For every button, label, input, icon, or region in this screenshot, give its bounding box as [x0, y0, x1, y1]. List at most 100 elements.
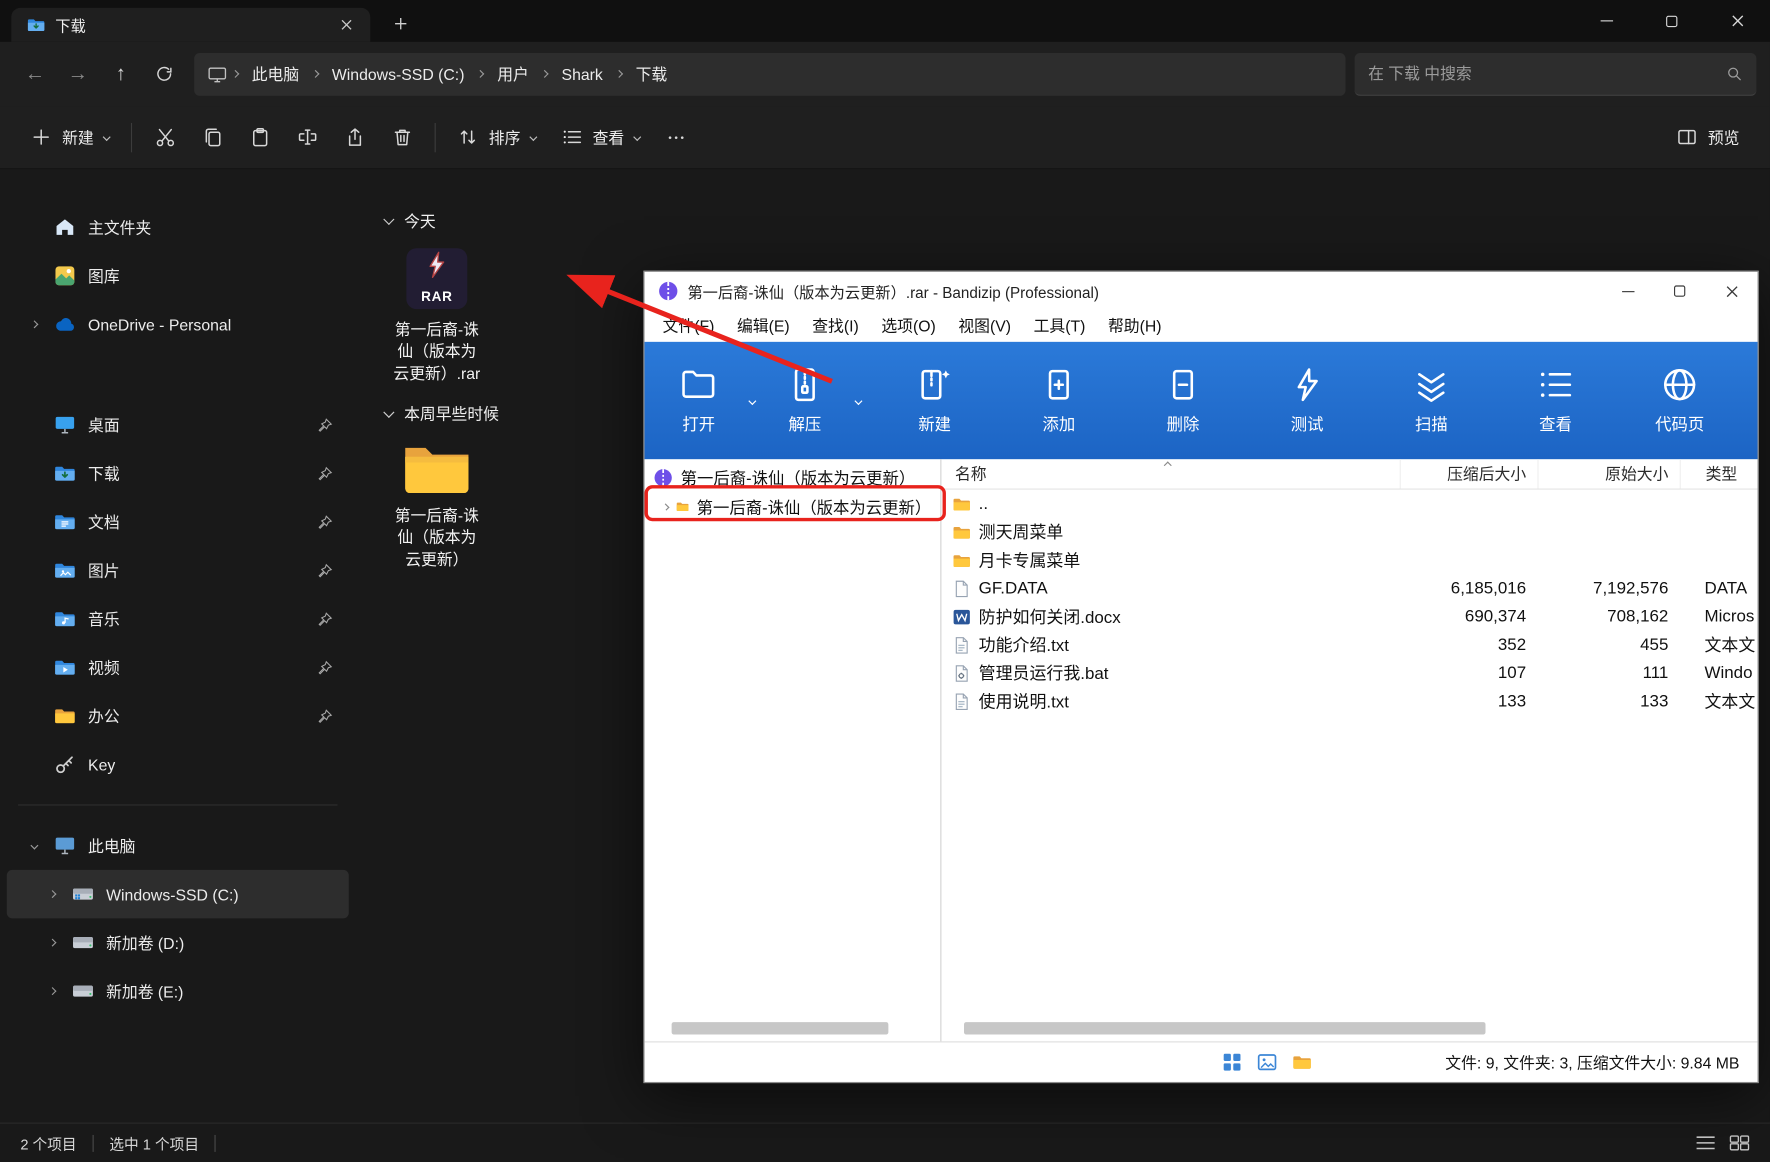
archive-row-file[interactable]: 使用说明.txt 133 133 文本文 — [941, 687, 1757, 715]
menu-options[interactable]: 选项(O) — [870, 311, 947, 340]
delete-button[interactable] — [378, 116, 425, 159]
codepage-button[interactable]: 代码页 — [1618, 366, 1742, 436]
bandizip-archive-icon — [654, 468, 672, 486]
bandizip-title-bar[interactable]: 第一后裔-诛仙（版本为云更新）.rar - Bandizip (Professi… — [645, 272, 1758, 310]
tool-label: 扫描 — [1414, 416, 1448, 435]
preview-button[interactable]: 预览 — [1664, 117, 1752, 158]
tab-close-icon[interactable] — [334, 12, 359, 37]
file-tile-rar[interactable]: RAR 第一后裔-诛仙（版本为云更新）.rar — [378, 248, 495, 384]
sidebar-item-key[interactable]: Key — [7, 740, 349, 789]
maximize-icon[interactable] — [1654, 272, 1706, 310]
sidebar-item-documents[interactable]: 文档 — [7, 498, 349, 547]
paste-button[interactable] — [236, 116, 283, 159]
tree-horizontal-scrollbar[interactable] — [671, 1022, 889, 1035]
sidebar-item-downloads[interactable]: 下载 — [7, 449, 349, 498]
minimize-icon[interactable] — [1602, 272, 1654, 310]
menu-file[interactable]: 文件(F) — [651, 311, 725, 340]
minimize-icon[interactable] — [1574, 0, 1639, 42]
archive-row-folder[interactable]: 月卡专属菜单 — [941, 546, 1757, 574]
view-button[interactable]: 查看 — [549, 117, 653, 158]
rename-button[interactable] — [283, 116, 330, 159]
scan-icon — [1418, 373, 1445, 402]
view-button[interactable]: 查看 — [1493, 366, 1617, 436]
sidebar-item-this-pc[interactable]: 此电脑 — [7, 821, 349, 870]
back-icon[interactable]: ← — [14, 54, 57, 95]
column-header-compressed-size[interactable]: 压缩后大小 — [1399, 459, 1538, 489]
breadcrumb-shark[interactable]: Shark — [554, 60, 611, 87]
column-header-original-size[interactable]: 原始大小 — [1537, 459, 1679, 489]
menu-help[interactable]: 帮助(H) — [1097, 311, 1173, 340]
extract-button[interactable]: 解压 — [766, 366, 843, 436]
file-tile-folder[interactable]: 第一后裔-诛仙（版本为云更新） — [378, 441, 495, 571]
list-header: 名称 压缩后大小 原始大小 类型 — [941, 459, 1758, 490]
breadcrumb-downloads[interactable]: 下载 — [628, 58, 675, 90]
archive-row-file[interactable]: 功能介绍.txt 352 455 文本文 — [941, 631, 1757, 659]
new-archive-button[interactable]: 新建 — [873, 366, 997, 436]
thumbnail-view-icon[interactable] — [1729, 1135, 1750, 1151]
archive-row-folder[interactable]: 测天周菜单 — [941, 518, 1757, 546]
sidebar-item-music[interactable]: 音乐 — [7, 595, 349, 644]
close-icon[interactable] — [1704, 0, 1769, 42]
sidebar-item-office[interactable]: 办公 — [7, 692, 349, 741]
icon-view-toggle[interactable] — [1222, 1053, 1241, 1072]
sidebar-item-drive-c[interactable]: Windows-SSD (C:) — [6, 869, 349, 919]
open-button[interactable]: 打开 — [660, 366, 737, 436]
sidebar-item-gallery[interactable]: 图库 — [7, 252, 349, 301]
new-tab-button[interactable] — [384, 9, 418, 38]
list-horizontal-scrollbar[interactable] — [963, 1022, 1486, 1035]
menu-edit[interactable]: 编辑(E) — [726, 311, 801, 340]
up-icon[interactable]: ↑ — [99, 54, 142, 95]
delete-button[interactable]: 删除 — [1121, 366, 1245, 436]
sidebar-label: OneDrive - Personal — [88, 315, 232, 334]
refresh-icon[interactable] — [142, 54, 185, 95]
search-box[interactable] — [1354, 52, 1757, 96]
sidebar-item-videos[interactable]: 视频 — [7, 643, 349, 692]
extract-dropdown-icon[interactable] — [843, 367, 872, 435]
search-icon[interactable] — [1726, 65, 1743, 82]
sidebar-item-drive-d[interactable]: 新加卷 (D:) — [7, 918, 349, 967]
sort-button[interactable]: 排序 — [445, 117, 549, 158]
sidebar-item-home[interactable]: 主文件夹 — [7, 203, 349, 252]
menu-view[interactable]: 视图(V) — [947, 311, 1022, 340]
new-button[interactable]: 新建 — [18, 117, 122, 158]
cut-button[interactable] — [141, 116, 188, 159]
column-header-type[interactable]: 类型 — [1679, 459, 1758, 489]
tree-folder-item[interactable]: 第一后裔-诛仙（版本为云更新） — [645, 492, 941, 521]
address-bar[interactable]: 此电脑 Windows-SSD (C:) 用户 Shark 下载 — [194, 52, 1346, 96]
sidebar-item-onedrive[interactable]: OneDrive - Personal — [7, 300, 349, 349]
menu-find[interactable]: 查找(I) — [801, 311, 870, 340]
sidebar-item-desktop[interactable]: 桌面 — [7, 401, 349, 450]
archive-row-parent[interactable]: .. — [941, 490, 1757, 518]
menu-tools[interactable]: 工具(T) — [1022, 311, 1096, 340]
sidebar-item-pictures[interactable]: 图片 — [7, 546, 349, 595]
explorer-tab-downloads[interactable]: 下载 — [11, 7, 371, 42]
breadcrumb-users[interactable]: 用户 — [489, 58, 536, 90]
group-header-today[interactable]: 今天 — [383, 210, 1770, 233]
open-dropdown-icon[interactable] — [737, 367, 766, 435]
breadcrumb-this-pc[interactable]: 此电脑 — [244, 58, 307, 90]
explorer-tab-bar: 下载 — [0, 0, 1770, 42]
copy-button[interactable] — [189, 116, 236, 159]
image-preview-toggle[interactable] — [1257, 1053, 1277, 1072]
test-button[interactable]: 测试 — [1245, 366, 1369, 436]
preview-label: 预览 — [1707, 128, 1740, 147]
scan-button[interactable]: 扫描 — [1369, 366, 1493, 436]
search-input[interactable] — [1368, 64, 1717, 83]
forward-icon[interactable]: → — [56, 54, 99, 95]
share-button[interactable] — [331, 116, 378, 159]
archive-row-file[interactable]: 防护如何关闭.docx 690,374 708,162 Micros — [941, 602, 1757, 630]
pin-icon — [317, 417, 333, 433]
tool-label: 测试 — [1290, 416, 1324, 435]
folder-view-toggle[interactable] — [1292, 1053, 1311, 1072]
details-view-icon[interactable] — [1695, 1135, 1715, 1151]
breadcrumb-drive-c[interactable]: Windows-SSD (C:) — [324, 60, 472, 87]
tree-root-item[interactable]: 第一后裔-诛仙（版本为云更新） — [645, 463, 941, 492]
close-icon[interactable] — [1706, 272, 1758, 310]
archive-row-file[interactable]: GF.DATA 6,185,016 7,192,576 DATA — [941, 574, 1757, 602]
sidebar-item-drive-e[interactable]: 新加卷 (E:) — [7, 967, 349, 1016]
more-button[interactable] — [652, 116, 699, 159]
add-button[interactable]: 添加 — [997, 366, 1121, 436]
original-size: 7,192,576 — [1593, 578, 1669, 598]
maximize-icon[interactable] — [1639, 0, 1704, 42]
archive-row-file[interactable]: 管理员运行我.bat 107 111 Windo — [941, 659, 1757, 687]
